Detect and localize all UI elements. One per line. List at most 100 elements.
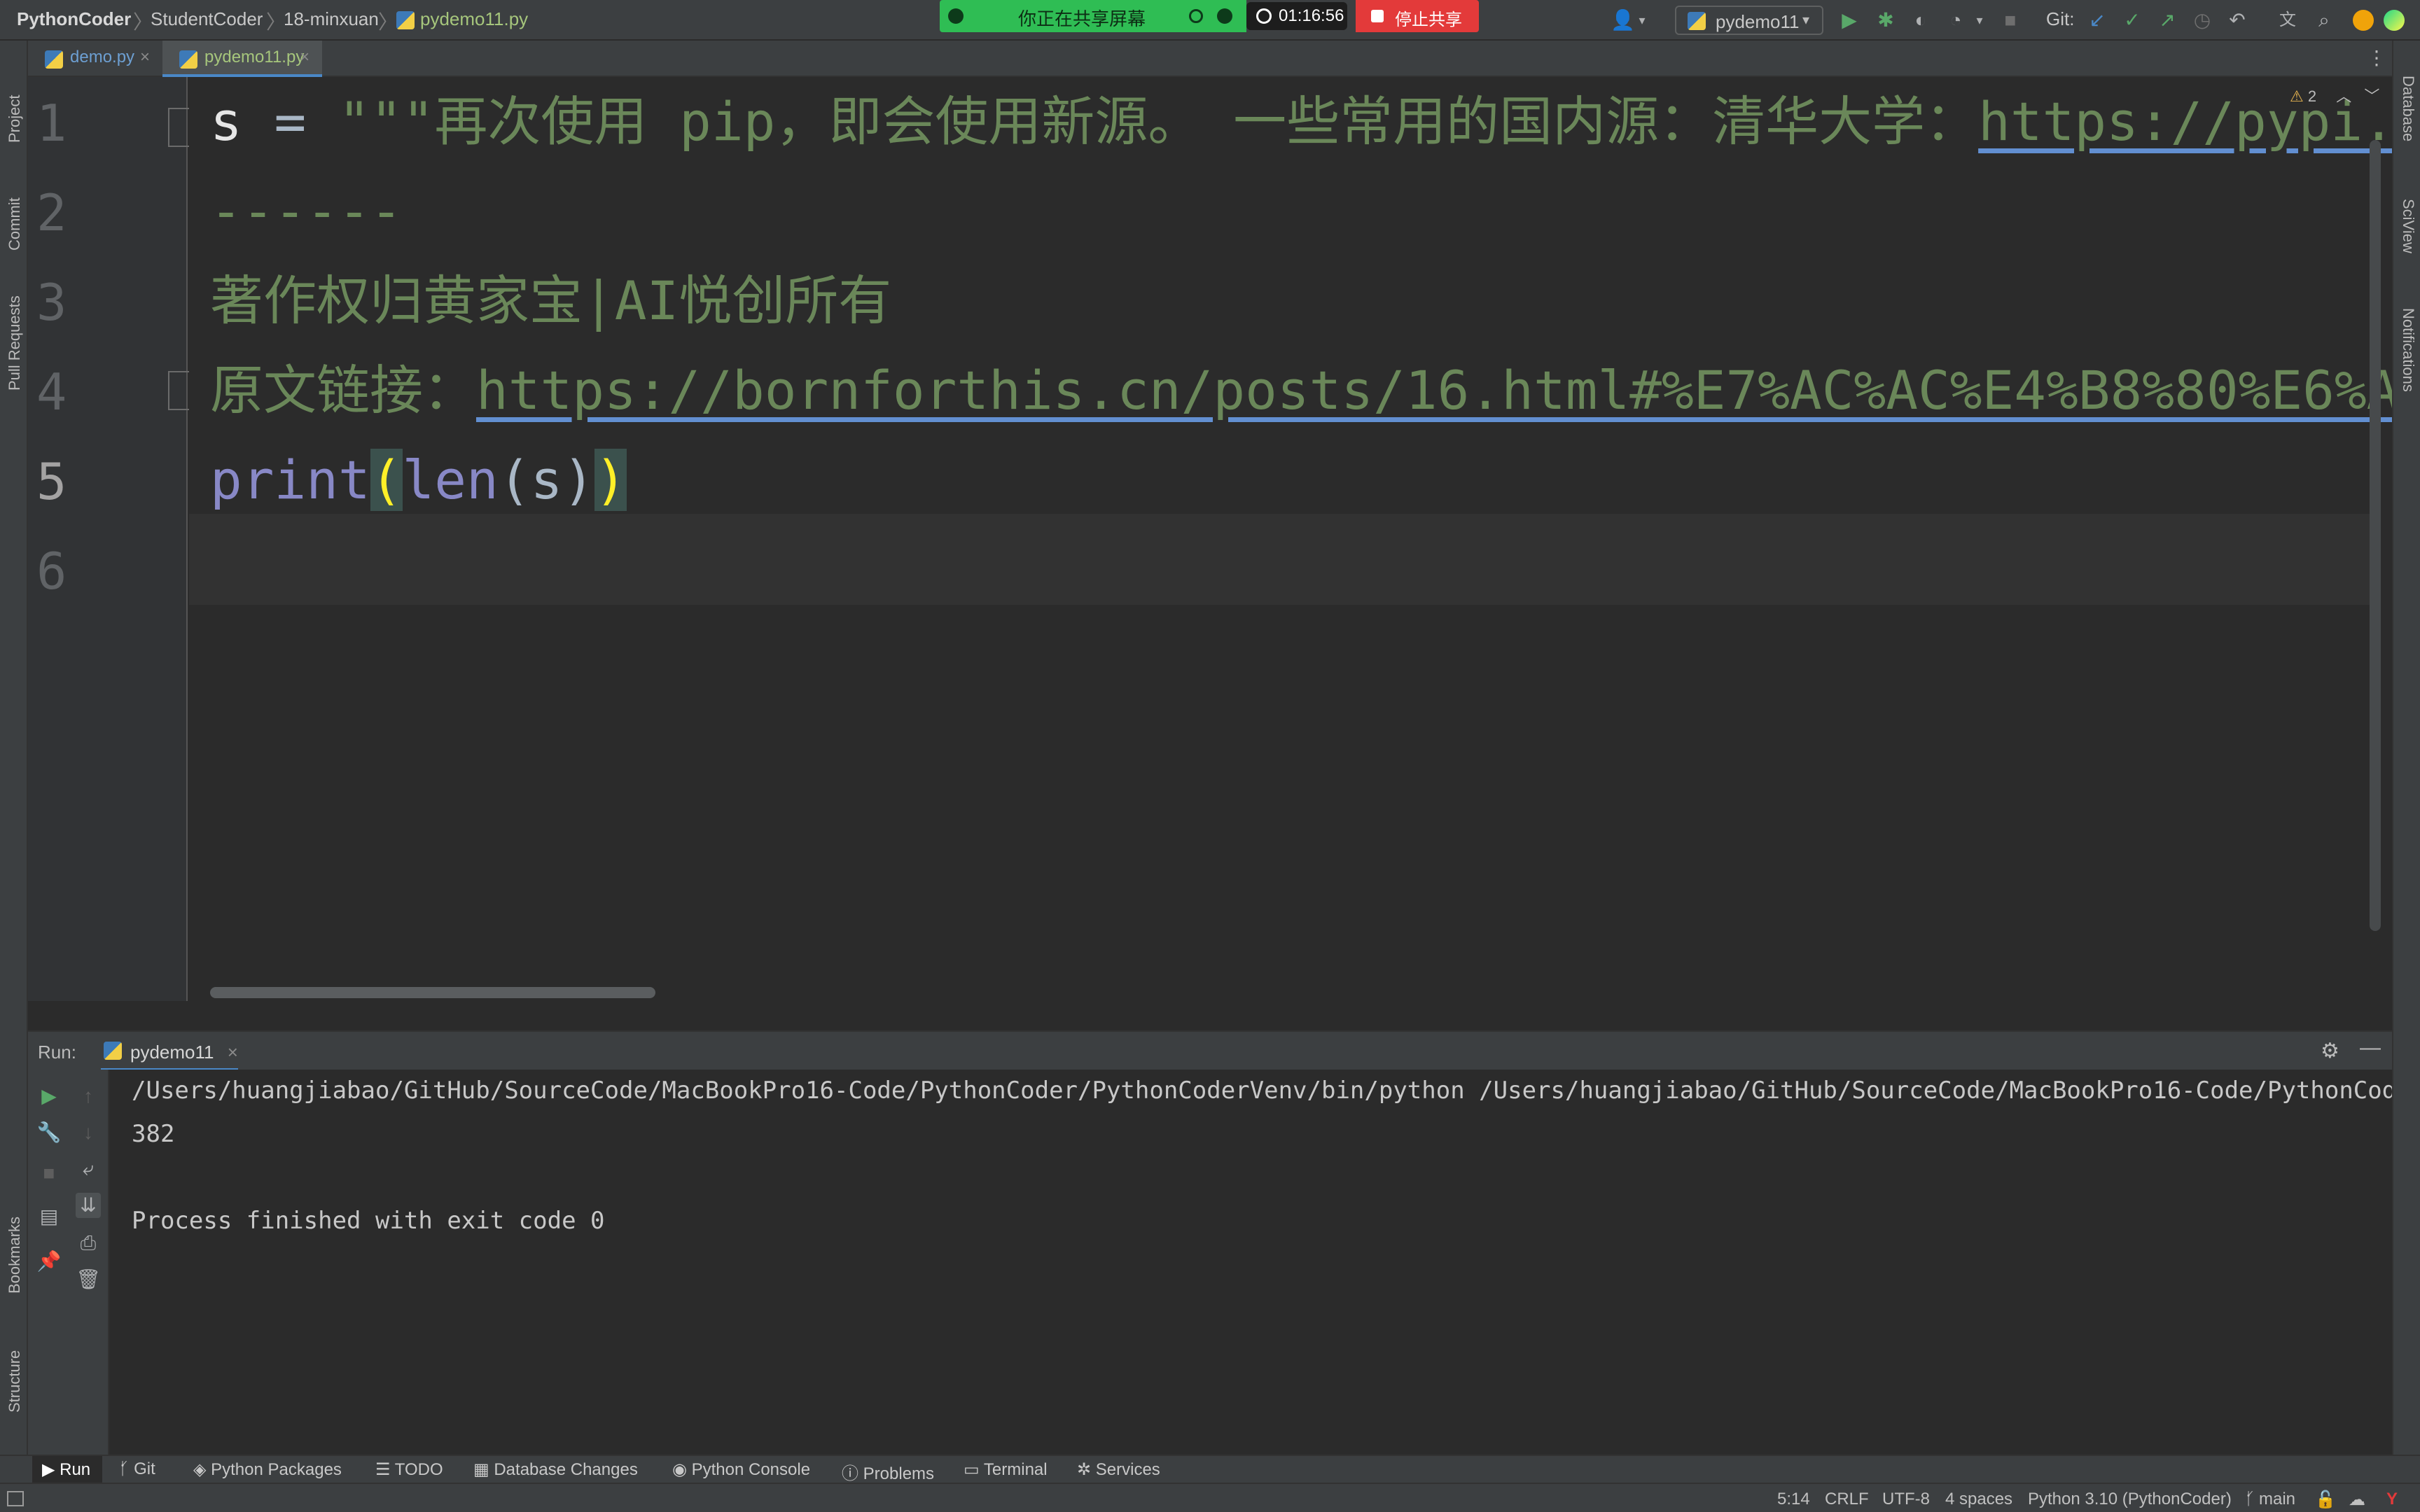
run-icon: ▶ bbox=[42, 1460, 60, 1479]
tool-tab-todo[interactable]: ☰ TODO bbox=[375, 1456, 443, 1484]
chevron-down-icon[interactable]: ▾ bbox=[1969, 10, 1990, 31]
code-builtin: print bbox=[210, 449, 370, 511]
close-icon[interactable]: × bbox=[140, 48, 150, 67]
warning-count: 2 bbox=[2307, 88, 2317, 105]
python-interpreter[interactable]: Python 3.10 (PythonCoder) bbox=[2028, 1490, 2232, 1509]
layout-toggle-icon[interactable] bbox=[7, 1491, 24, 1506]
tool-tab-python-packages[interactable]: ◈ Python Packages bbox=[193, 1456, 342, 1484]
caret-position[interactable]: 5:14 bbox=[1777, 1490, 1810, 1509]
breadcrumb-folder[interactable]: StudentCoder bbox=[151, 8, 263, 30]
tool-tab-terminal[interactable]: ▭ Terminal bbox=[964, 1456, 1048, 1484]
gear-icon[interactable]: ⚙ bbox=[2321, 1039, 2339, 1063]
pull-requests-tool-tab[interactable]: Pull Requests bbox=[6, 295, 24, 391]
python-file-icon bbox=[45, 50, 63, 69]
line-separator[interactable]: CRLF bbox=[1825, 1490, 1869, 1509]
share-app-icon bbox=[948, 8, 964, 24]
sciview-tool-tab[interactable]: SciView bbox=[2399, 199, 2417, 253]
debug-icon[interactable]: ✱ bbox=[1875, 10, 1896, 31]
git-branch[interactable]: main bbox=[2259, 1490, 2295, 1509]
arrow-down-icon[interactable]: ↓ bbox=[76, 1120, 101, 1145]
project-tool-tab[interactable]: Project bbox=[6, 95, 24, 143]
run-console[interactable]: /Users/huangjiabao/GitHub/SourceCode/Mac… bbox=[109, 1070, 2392, 1455]
tool-tab-git[interactable]: ᚶ Git bbox=[119, 1456, 155, 1484]
git-push-icon[interactable]: ↗ bbox=[2157, 10, 2178, 31]
vertical-scrollbar[interactable] bbox=[2370, 140, 2381, 931]
translate-icon[interactable]: 文 bbox=[2277, 10, 2298, 31]
stop-icon[interactable]: ■ bbox=[2000, 10, 2021, 31]
update-icon[interactable] bbox=[2353, 10, 2374, 31]
wrench-icon[interactable]: 🔧 bbox=[36, 1120, 62, 1145]
stop-icon[interactable]: ■ bbox=[36, 1161, 62, 1186]
code-url[interactable]: https://bornforthis.cn/posts/16.html#%E7… bbox=[476, 359, 2392, 421]
commit-tool-tab[interactable]: Commit bbox=[6, 197, 24, 251]
share-timer-value: 01:16:56 bbox=[1279, 6, 1344, 25]
code-line-1: s = """再次使用 pip，即会使用新源。 一些常用的国内源：清华大学：ht… bbox=[210, 77, 2392, 167]
code-paren-highlight: ) bbox=[594, 449, 627, 511]
notifications-tool-tab[interactable]: Notifications bbox=[2399, 308, 2417, 392]
scroll-to-end-icon[interactable]: ⇊ bbox=[76, 1193, 101, 1218]
code-variable: s bbox=[210, 90, 242, 153]
breadcrumb-separator-icon: 〉 bbox=[378, 11, 398, 33]
arrow-up-icon[interactable]: ↑ bbox=[76, 1084, 101, 1109]
terminal-icon: ▭ bbox=[964, 1460, 984, 1479]
tab-pydemo11-py[interactable]: pydemo11.py × bbox=[162, 41, 322, 77]
stop-sharing-button[interactable]: 停止共享 bbox=[1356, 0, 1479, 32]
pin-icon[interactable]: 📌 bbox=[36, 1249, 62, 1274]
run-icon[interactable]: ▶ bbox=[1839, 10, 1860, 31]
history-icon[interactable]: ◷ bbox=[2192, 10, 2213, 31]
git-commit-icon[interactable]: ✓ bbox=[2122, 10, 2143, 31]
bookmarks-tool-tab[interactable]: Bookmarks bbox=[6, 1217, 24, 1294]
line-number: 6 bbox=[36, 542, 67, 601]
cloud-icon[interactable]: ☁ bbox=[2349, 1490, 2365, 1510]
lock-icon[interactable]: 🔓 bbox=[2315, 1490, 2336, 1510]
tool-tab-services[interactable]: ✲ Services bbox=[1077, 1456, 1160, 1484]
run-configuration-label: pydemo11 bbox=[1716, 11, 1800, 32]
plugin-icon[interactable]: Y bbox=[2386, 1490, 2398, 1509]
indent-setting[interactable]: 4 spaces bbox=[1945, 1490, 2012, 1509]
soft-wrap-icon[interactable]: ⤶ bbox=[76, 1156, 101, 1182]
jetbrains-icon[interactable] bbox=[2384, 10, 2405, 31]
print-icon[interactable]: ⎙ bbox=[76, 1231, 101, 1256]
info-icon: ⓘ bbox=[842, 1464, 863, 1483]
tool-tab-run[interactable]: ▶ Run bbox=[32, 1456, 102, 1484]
structure-tool-tab[interactable]: Structure bbox=[6, 1350, 24, 1413]
run-panel-toolbar: ▶ 🔧 ■ ▤ 📌 ↑ ↓ ⤶ ⇊ ⎙ 🗑 bbox=[28, 1070, 109, 1455]
user-icon[interactable]: 👤 bbox=[1611, 10, 1635, 31]
line-number: 1 bbox=[36, 94, 67, 153]
close-icon[interactable]: × bbox=[228, 1042, 238, 1063]
run-tab-pydemo11[interactable]: pydemo11 × bbox=[101, 1032, 238, 1071]
breadcrumb-folder[interactable]: 18-minxuan bbox=[284, 8, 379, 30]
git-update-icon[interactable]: ↙ bbox=[2087, 10, 2108, 31]
rerun-icon[interactable]: ▶ bbox=[36, 1084, 62, 1109]
line-number: 2 bbox=[36, 183, 67, 242]
search-icon[interactable]: ⌕ bbox=[2314, 10, 2335, 31]
tool-tab-python-console[interactable]: ◉ Python Console bbox=[672, 1456, 810, 1484]
breadcrumb-project[interactable]: PythonCoder bbox=[17, 8, 131, 30]
screen-share-status[interactable]: 你正在共享屏幕 bbox=[940, 0, 1246, 32]
coverage-icon[interactable]: ◐ bbox=[1910, 10, 1931, 31]
tab-demo-py[interactable]: demo.py × bbox=[28, 41, 162, 77]
tool-tab-problems[interactable]: ⓘ Problems bbox=[842, 1456, 934, 1484]
run-configuration-selector[interactable]: pydemo11 ▾ bbox=[1675, 6, 1823, 35]
line-number: 4 bbox=[36, 363, 67, 421]
close-icon[interactable]: × bbox=[300, 48, 310, 67]
database-tool-tab[interactable]: Database bbox=[2399, 76, 2417, 141]
tab-label: pydemo11.py bbox=[204, 48, 305, 66]
chevron-up-icon[interactable]: ︿ bbox=[2336, 88, 2351, 105]
code-line-2: ------ bbox=[210, 180, 403, 242]
rollback-icon[interactable]: ↶ bbox=[2227, 10, 2248, 31]
tool-tab-database-changes[interactable]: ▦ Database Changes bbox=[473, 1456, 638, 1484]
code-line-5: print(len(s)) bbox=[210, 435, 627, 525]
more-tabs-icon[interactable]: ⋮ bbox=[2367, 46, 2386, 69]
horizontal-scrollbar[interactable] bbox=[210, 987, 655, 998]
profile-icon[interactable]: ◔ bbox=[1945, 10, 1966, 31]
minimize-icon[interactable]: — bbox=[2360, 1036, 2381, 1060]
breadcrumb-file[interactable]: pydemo11.py bbox=[420, 8, 528, 30]
trash-icon[interactable]: 🗑 bbox=[76, 1267, 101, 1292]
file-encoding[interactable]: UTF-8 bbox=[1882, 1490, 1930, 1509]
chevron-down-icon[interactable]: ﹀ bbox=[2364, 88, 2379, 105]
code-editor[interactable]: s = """再次使用 pip，即会使用新源。 一些常用的国内源：清华大学： ht… bbox=[189, 77, 2392, 1001]
layout-icon[interactable]: ▤ bbox=[36, 1204, 62, 1229]
chevron-down-icon[interactable]: ▾ bbox=[1632, 10, 1653, 31]
inspection-widget[interactable]: ⚠ 2 ︿ ﹀ bbox=[2290, 84, 2379, 106]
